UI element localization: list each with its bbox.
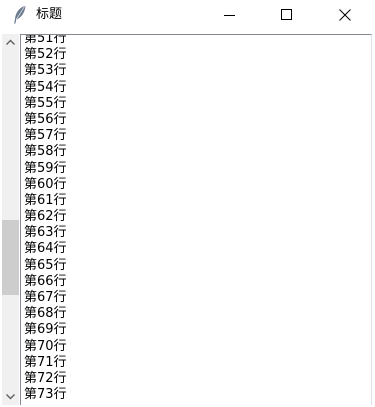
list-item[interactable]: 第66行 (24, 274, 67, 290)
list-item[interactable]: 第61行 (24, 193, 67, 209)
list-item[interactable]: 第53行 (24, 63, 67, 79)
maximize-button[interactable] (258, 0, 316, 31)
maximize-icon (281, 9, 292, 20)
list-item[interactable]: 第59行 (24, 161, 67, 177)
list-item[interactable]: 第58行 (24, 144, 67, 160)
minimize-button[interactable] (200, 0, 258, 31)
chevron-up-icon (6, 39, 15, 45)
list-item[interactable]: 第55行 (24, 96, 67, 112)
list-item[interactable]: 第73行 (24, 387, 67, 403)
scroll-up-button[interactable] (2, 34, 19, 51)
list-item[interactable]: 第71行 (24, 355, 67, 371)
list-item[interactable]: 第72行 (24, 371, 67, 387)
vertical-scrollbar[interactable] (2, 34, 19, 405)
scroll-down-button[interactable] (2, 388, 19, 405)
title-bar[interactable]: 标题 (0, 0, 375, 31)
close-icon (339, 9, 351, 21)
list-item[interactable]: 第64行 (24, 241, 67, 257)
list-item[interactable]: 第70行 (24, 339, 67, 355)
list-item[interactable]: 第69行 (24, 322, 67, 338)
client-area: 第51行 第52行 第53行 第54行 第55行 第56行 第57行 第58行 … (0, 31, 375, 407)
list-item[interactable]: 第67行 (24, 290, 67, 306)
chevron-down-icon (6, 394, 15, 400)
list-item[interactable]: 第60行 (24, 177, 67, 193)
list-item[interactable]: 第52行 (24, 47, 67, 63)
list-item[interactable]: 第62行 (24, 209, 67, 225)
list-item[interactable]: 第65行 (24, 258, 67, 274)
listbox[interactable]: 第51行 第52行 第53行 第54行 第55行 第56行 第57行 第58行 … (20, 34, 372, 405)
list-rows: 第51行 第52行 第53行 第54行 第55行 第56行 第57行 第58行 … (24, 35, 67, 403)
scroll-thumb[interactable] (2, 220, 19, 295)
list-item[interactable]: 第56行 (24, 112, 67, 128)
close-button[interactable] (317, 0, 375, 31)
minimize-icon (224, 15, 235, 16)
window-title: 标题 (36, 7, 63, 22)
app-window: 标题 第51行 第52行 第53行 第54行 第55行 第56行 第57行 第5… (0, 0, 375, 407)
list-item[interactable]: 第63行 (24, 225, 67, 241)
list-item[interactable]: 第54行 (24, 80, 67, 96)
feather-icon (12, 5, 28, 25)
list-item[interactable]: 第68行 (24, 306, 67, 322)
list-item[interactable]: 第51行 (24, 35, 67, 47)
list-item[interactable]: 第57行 (24, 128, 67, 144)
